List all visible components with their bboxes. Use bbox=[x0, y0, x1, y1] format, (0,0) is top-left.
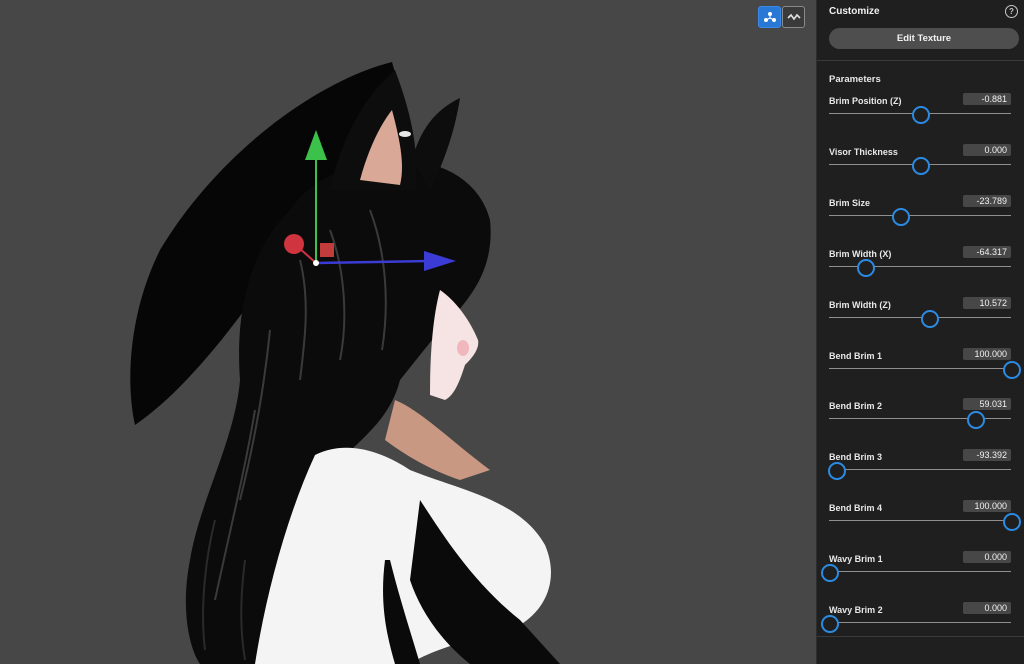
slider-row: Brim Size -23.789 bbox=[829, 194, 1011, 238]
slider-value-field[interactable]: 59.031 bbox=[963, 398, 1011, 411]
slider-label: Bend Brim 4 bbox=[829, 503, 883, 514]
slider-row: Wavy Brim 2 0.000 bbox=[821, 602, 1011, 645]
slider-value-field[interactable]: -93.392 bbox=[963, 449, 1011, 462]
panel-title: Customize bbox=[829, 6, 880, 17]
slider-track[interactable] bbox=[829, 316, 1011, 318]
divider bbox=[817, 636, 1024, 637]
slider-label: Bend Brim 1 bbox=[829, 350, 883, 361]
slider-label: Visor Thickness bbox=[829, 146, 898, 157]
slider-track[interactable] bbox=[829, 469, 1011, 471]
slider-track[interactable] bbox=[829, 520, 1011, 522]
slider-thumb[interactable] bbox=[912, 106, 930, 124]
slider-thumb[interactable] bbox=[1003, 513, 1021, 532]
slider-track[interactable] bbox=[829, 214, 1011, 216]
slider-label: Bend Brim 3 bbox=[829, 452, 883, 463]
slider-label: Wavy Brim 1 bbox=[829, 554, 883, 565]
slider-value-field[interactable]: 100.000 bbox=[963, 500, 1011, 513]
slider-value-field[interactable]: -0.881 bbox=[963, 93, 1011, 105]
slider-track[interactable] bbox=[829, 622, 1011, 623]
divider bbox=[817, 60, 1024, 61]
slider-row: Brim Position (Z) -0.881 bbox=[829, 93, 1011, 136]
slider-value-field[interactable]: -64.317 bbox=[963, 245, 1011, 258]
avatar-scene bbox=[130, 62, 560, 664]
3d-viewport[interactable] bbox=[0, 0, 816, 664]
slider-value-field[interactable]: 100.000 bbox=[963, 347, 1011, 360]
slider-thumb[interactable] bbox=[821, 615, 839, 633]
slider-track[interactable] bbox=[829, 265, 1011, 267]
slider-label: Brim Size bbox=[829, 197, 871, 208]
wave-mode-icon bbox=[786, 13, 801, 21]
slider-label: Wavy Brim 2 bbox=[829, 605, 883, 615]
transform-mode-toggle[interactable] bbox=[758, 6, 781, 28]
slider-track[interactable] bbox=[829, 571, 1011, 573]
slider-row: Brim Width (Z) 10.572 bbox=[829, 296, 1011, 340]
slider-thumb[interactable] bbox=[857, 258, 876, 277]
help-icon[interactable]: ? bbox=[1005, 5, 1018, 18]
slider-value-field[interactable]: -23.789 bbox=[963, 194, 1011, 207]
slider-thumb[interactable] bbox=[821, 564, 839, 583]
slider-row: Bend Brim 4 100.000 bbox=[829, 500, 1021, 543]
edit-texture-button[interactable]: Edit Texture bbox=[829, 28, 1019, 49]
slider-value-field[interactable]: 0.000 bbox=[963, 143, 1011, 156]
parameters-heading: Parameters bbox=[829, 74, 881, 85]
slider-thumb[interactable] bbox=[966, 411, 985, 430]
slider-value-field[interactable]: 0.000 bbox=[963, 551, 1011, 564]
wave-mode-toggle[interactable] bbox=[782, 6, 805, 28]
slider-thumb[interactable] bbox=[912, 156, 930, 175]
customize-panel: Customize ? Edit Texture Parameters Brim… bbox=[816, 0, 1024, 664]
slider-thumb[interactable] bbox=[1003, 360, 1021, 379]
slider-thumb[interactable] bbox=[828, 462, 847, 481]
slider-label: Brim Position (Z) bbox=[829, 96, 902, 106]
slider-value-field[interactable]: 10.572 bbox=[963, 296, 1011, 309]
slider-row: Wavy Brim 1 0.000 bbox=[821, 551, 1011, 594]
slider-label: Brim Width (X) bbox=[829, 248, 892, 259]
slider-thumb[interactable] bbox=[921, 309, 940, 328]
slider-value-field[interactable]: 0.000 bbox=[963, 602, 1011, 614]
slider-row: Visor Thickness 0.000 bbox=[829, 143, 1011, 187]
slider-row: Brim Width (X) -64.317 bbox=[829, 245, 1011, 289]
slider-row: Bend Brim 2 59.031 bbox=[829, 398, 1011, 441]
slider-row: Bend Brim 1 100.000 bbox=[829, 347, 1021, 391]
slider-label: Brim Width (Z) bbox=[829, 299, 891, 310]
slider-row: Bend Brim 3 -93.392 bbox=[828, 449, 1011, 492]
slider-thumb[interactable] bbox=[891, 207, 910, 226]
slider-label: Bend Brim 2 bbox=[829, 401, 883, 412]
transform-gizmo-icon bbox=[763, 12, 776, 22]
slider-track[interactable] bbox=[829, 367, 1011, 369]
